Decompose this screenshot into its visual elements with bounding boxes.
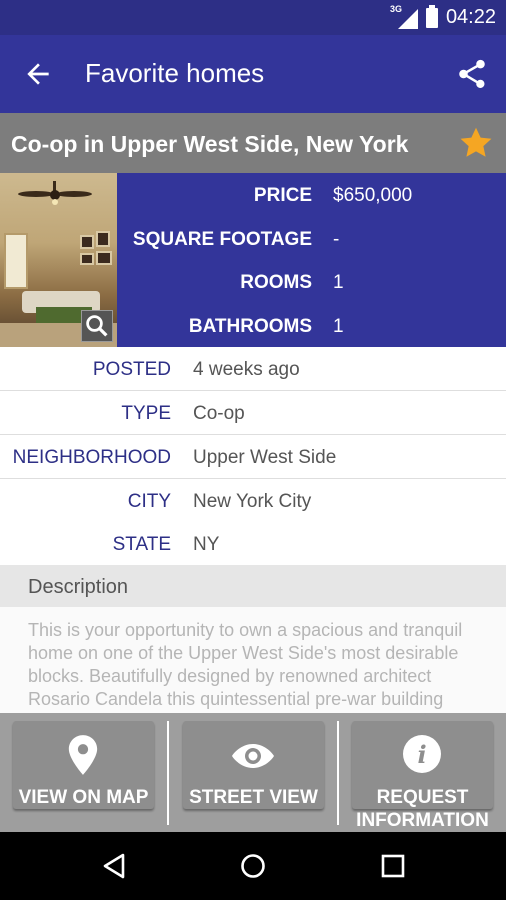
app-bar: Favorite homes (0, 35, 506, 113)
listing-title: Co-op in Upper West Side, New York (11, 131, 409, 157)
detail-label: TYPE (121, 403, 171, 424)
spec-label: ROOMS (240, 272, 312, 293)
zoom-icon (86, 315, 108, 337)
spec-value: $650,000 (333, 185, 413, 206)
description-heading: Description (28, 576, 129, 598)
listing-title-bar: Co-op in Upper West Side, New York (0, 113, 506, 173)
clock: 04:22 (445, 6, 496, 28)
divider (167, 721, 169, 825)
detail-value: Co-op (193, 403, 245, 424)
detail-value: New York City (193, 491, 312, 512)
spec-value: 1 (333, 272, 344, 293)
share-icon[interactable] (455, 57, 489, 91)
request-label-line1: REQUEST (376, 787, 469, 808)
map-pin-icon (68, 735, 98, 775)
detail-label: STATE (112, 534, 171, 555)
divider (337, 721, 339, 825)
svg-text:i: i (417, 740, 426, 769)
description-text: This is your opportunity to own a spacio… (28, 620, 463, 713)
street-view-button[interactable]: STREET VIEW (183, 721, 324, 809)
spec-value: - (333, 229, 340, 250)
nav-recents-icon[interactable] (381, 854, 405, 878)
system-nav-bar (0, 832, 506, 900)
view-on-map-button[interactable]: VIEW ON MAP (13, 721, 154, 809)
nav-home-icon[interactable] (240, 853, 266, 879)
zoom-button[interactable] (81, 310, 113, 342)
back-arrow-icon[interactable] (22, 58, 54, 90)
detail-value: NY (193, 534, 220, 555)
specs-panel: PRICE $650,000 SQUARE FOOTAGE - ROOMS 1 … (117, 173, 506, 347)
page-title: Favorite homes (85, 58, 265, 88)
detail-row-state: STATE NY (0, 522, 506, 566)
view-on-map-label: VIEW ON MAP (18, 787, 149, 808)
detail-row-city: CITY New York City (0, 479, 506, 523)
photo-frame (80, 253, 94, 265)
info-icon: i (403, 735, 441, 773)
spec-label: BATHROOMS (188, 316, 312, 337)
detail-label: POSTED (92, 359, 171, 380)
cell-signal-icon: 3G (390, 4, 418, 29)
spec-row-square-footage: SQUARE FOOTAGE - (117, 229, 506, 259)
street-view-label: STREET VIEW (189, 787, 318, 808)
spec-row-price: PRICE $650,000 (117, 185, 506, 215)
detail-value: Upper West Side (193, 447, 337, 468)
description-body: This is your opportunity to own a spacio… (0, 607, 506, 713)
spec-label: SQUARE FOOTAGE (132, 229, 312, 250)
detail-row-posted: POSTED 4 weeks ago (0, 347, 506, 391)
action-bar: VIEW ON MAP STREET VIEW i REQUEST INFORM… (0, 713, 506, 832)
spec-value: 1 (333, 316, 344, 337)
request-label-line2: INFORMATION (356, 810, 489, 831)
photo-frame (96, 231, 110, 247)
detail-row-neighborhood: NEIGHBORHOOD Upper West Side (0, 435, 506, 479)
detail-value: 4 weeks ago (193, 359, 300, 380)
detail-label: CITY (127, 491, 171, 512)
ceiling-fan (18, 181, 92, 205)
description-header: Description (0, 565, 506, 607)
status-bar: 3G 04:22 (0, 0, 506, 35)
spec-row-bathrooms: BATHROOMS 1 (117, 316, 506, 346)
photo-window (4, 233, 28, 289)
spec-row-rooms: ROOMS 1 (117, 272, 506, 302)
photo-frame (96, 251, 112, 265)
spec-label: PRICE (253, 185, 312, 206)
status-icons: 3G 04:22 (390, 4, 496, 29)
detail-row-type: TYPE Co-op (0, 391, 506, 435)
battery-icon (425, 4, 438, 28)
eye-icon (232, 744, 274, 768)
photo-frame (80, 235, 94, 249)
star-icon[interactable] (458, 125, 494, 161)
nav-back-icon[interactable] (101, 853, 127, 879)
detail-label: NEIGHBORHOOD (12, 447, 171, 468)
request-information-button[interactable]: i REQUEST INFORMATION (352, 721, 493, 831)
